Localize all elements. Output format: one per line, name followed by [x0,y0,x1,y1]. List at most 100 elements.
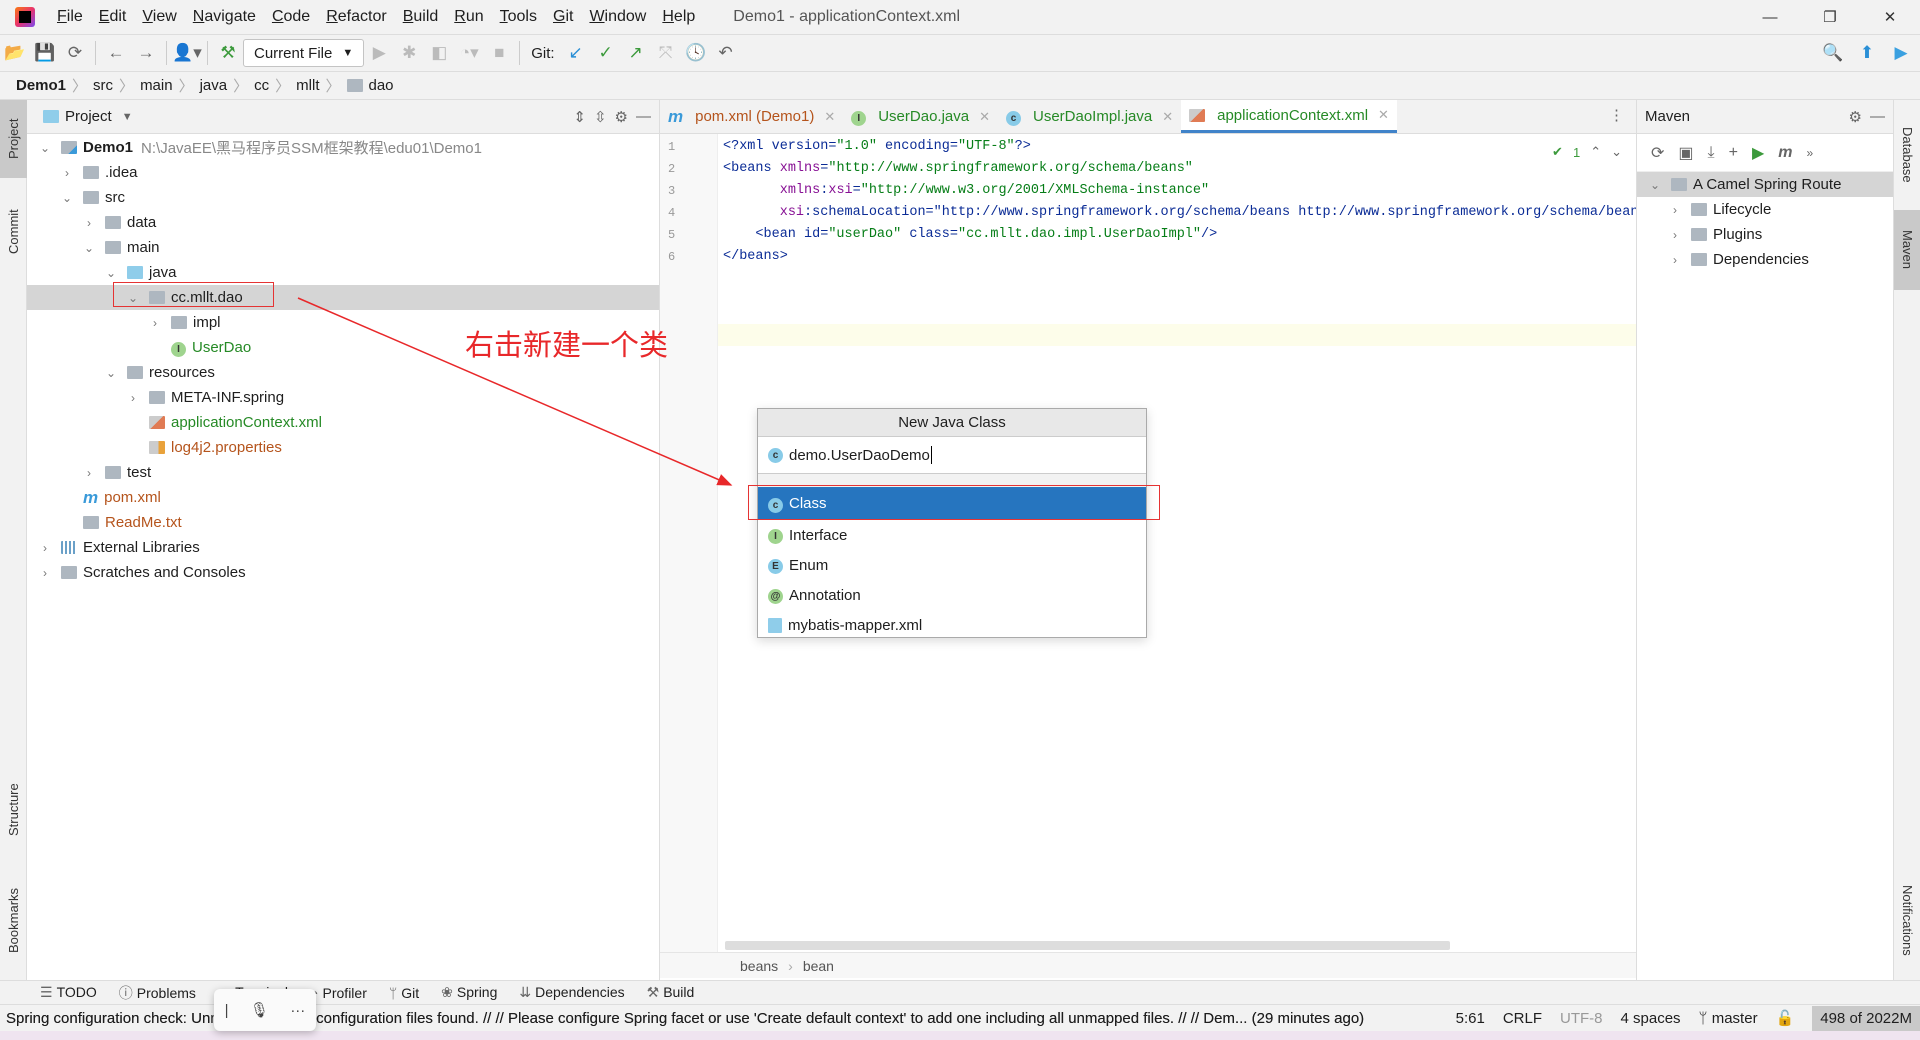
lock-icon[interactable]: 🔓 [1776,1009,1795,1027]
close-tab-icon[interactable]: ✕ [1378,107,1389,123]
crumb-cc[interactable]: cc [254,77,269,94]
search-icon[interactable]: 🔍 [1818,38,1848,68]
project-tool-tab[interactable]: Project [0,100,27,178]
tree-item[interactable]: › test [27,460,659,485]
project-view-select[interactable]: Project [65,108,112,125]
download-icon[interactable]: ⤓ [1708,144,1715,162]
status-message-rest[interactable]: g configuration files found. // // Pleas… [304,1010,1365,1027]
tree-item[interactable]: ⌄ Demo1 N:\JavaEE\黑马程序员SSM框架教程\edu01\Demo1 [27,135,659,160]
microphone-icon[interactable]: 🎙 [250,1001,269,1019]
indent-setting[interactable]: 4 spaces [1621,1010,1681,1027]
tree-item[interactable]: ⌄ main [27,235,659,260]
run-maven-icon[interactable]: ▶ [1752,143,1764,163]
gear-icon[interactable]: ⚙ [1849,108,1862,126]
option-annotation[interactable]: @ Annotation [758,580,1146,610]
menu-edit[interactable]: Edit [91,8,135,26]
status-message-start[interactable]: Spring configuration check: Un [6,1010,210,1027]
tree-item[interactable]: › Scratches and Consoles [27,560,659,585]
tree-item[interactable]: ⌄ src [27,185,659,210]
add-maven-project-icon[interactable]: ▣ [1678,143,1693,163]
forward-icon[interactable]: → [131,38,161,68]
git-branch[interactable]: ᛘ master [1699,1010,1758,1027]
menu-code[interactable]: Code [264,8,318,26]
chevron-right-icon[interactable]: › [1667,203,1683,217]
tab-UserDaoImpl.java[interactable]: c UserDaoImpl.java ✕ [998,100,1181,133]
tree-item[interactable]: applicationContext.xml [27,410,659,435]
hide-icon[interactable]: — [636,108,651,126]
git-push-icon[interactable]: ↗ [621,38,651,68]
inspection-widget[interactable]: ✔ 1 ⌃ ⌄ [1552,144,1622,160]
restore-button[interactable]: ❐ [1800,0,1860,34]
maven-root[interactable]: ⌄ A Camel Spring Route [1637,172,1893,197]
plus-icon[interactable]: + [1729,144,1738,162]
gear-icon[interactable]: ⚙ [615,108,628,126]
execute-goal-icon[interactable]: m [1778,144,1792,162]
tool-dependencies[interactable]: ⇊ Dependencies [519,984,624,1001]
collapse-all-icon[interactable]: ⇳ [594,108,607,126]
tree-item[interactable]: › External Libraries [27,535,659,560]
chevron-right-icon[interactable]: › [125,391,141,405]
menu-view[interactable]: View [134,8,184,26]
maven-node[interactable]: › Lifecycle [1637,197,1893,222]
chevron-right-icon[interactable]: › [81,216,97,230]
menu-help[interactable]: Help [654,8,703,26]
database-tool-tab[interactable]: Database [1894,110,1920,200]
user-icon[interactable]: 👤▾ [172,38,202,68]
menu-run[interactable]: Run [446,8,491,26]
chevron-right-icon[interactable]: › [81,466,97,480]
crumb-bean[interactable]: bean [803,958,834,974]
minimize-button[interactable]: — [1740,0,1800,34]
build-hammer-icon[interactable]: ⚒ [213,38,243,68]
git-update-icon[interactable]: ↙ [561,38,591,68]
close-tab-icon[interactable]: ✕ [979,109,990,125]
menu-git[interactable]: Git [545,8,581,26]
horizontal-scrollbar[interactable] [725,941,1450,950]
maven-node[interactable]: › Dependencies [1637,247,1893,272]
git-commit-icon[interactable]: ✓ [591,38,621,68]
debug-icon[interactable]: ✱ [394,38,424,68]
hide-icon[interactable]: — [1870,108,1885,126]
menu-navigate[interactable]: Navigate [185,8,264,26]
tree-item[interactable]: › META-INF.spring [27,385,659,410]
crumb-beans[interactable]: beans [740,958,778,974]
tree-item[interactable]: ReadMe.txt [27,510,659,535]
previous-highlight-icon[interactable]: ⌃ [1590,144,1601,160]
crumb-main[interactable]: main [140,77,173,94]
file-encoding[interactable]: UTF-8 [1560,1010,1603,1027]
rollback-icon[interactable]: ↶ [711,38,741,68]
tree-item[interactable]: log4j2.properties [27,435,659,460]
crumb-java[interactable]: java [200,77,228,94]
option-interface[interactable]: I Interface [758,520,1146,550]
chevron-down-icon[interactable]: ▼ [122,111,133,123]
more-icon[interactable]: ··· [290,1002,305,1019]
save-icon[interactable]: 💾 [30,38,60,68]
code-line[interactable]: <?xml version="1.0" encoding="UTF-8"?> [723,136,1031,158]
expand-all-icon[interactable]: ⇕ [573,108,586,126]
update-icon[interactable]: ⬆ [1852,38,1882,68]
tool-git[interactable]: ᛘ Git [389,985,419,1001]
chevron-right-icon[interactable]: › [37,566,53,580]
code-line[interactable]: <bean id="userDao" class="cc.mllt.dao.im… [723,224,1217,246]
open-folder-icon[interactable]: 📂 [0,38,30,68]
tool-problems[interactable]: ⓘ Problems [119,983,196,1003]
crumb-dao[interactable]: dao [369,77,394,94]
profile-icon[interactable]: ◔▾ [454,38,484,68]
tree-item[interactable]: › data [27,210,659,235]
code-line[interactable]: </beans> [723,246,788,268]
chevron-down-icon[interactable]: ⌄ [81,241,97,255]
menu-tools[interactable]: Tools [492,8,545,26]
more-tabs-icon[interactable]: ⋮ [1609,106,1624,124]
chevron-right-icon[interactable]: › [147,316,163,330]
chevron-right-icon[interactable]: › [1667,228,1683,242]
next-highlight-icon[interactable]: ⌄ [1611,144,1622,160]
chevron-down-icon[interactable]: ⌄ [103,366,119,380]
tab-UserDao.java[interactable]: I UserDao.java ✕ [843,100,998,133]
line-separator[interactable]: CRLF [1503,1010,1542,1027]
crumb-src[interactable]: src [93,77,113,94]
class-name-input[interactable]: c demo.UserDaoDemo [758,437,1146,474]
code-line[interactable]: xmlns:xsi="http://www.w3.org/2001/XMLSch… [723,180,1209,202]
code-line[interactable]: <beans xmlns="http://www.springframework… [723,158,1193,180]
crumb-Demo1[interactable]: Demo1 [16,77,66,94]
tab-applicationContext.xml[interactable]: applicationContext.xml ✕ [1181,100,1397,133]
menu-refactor[interactable]: Refactor [318,8,394,26]
